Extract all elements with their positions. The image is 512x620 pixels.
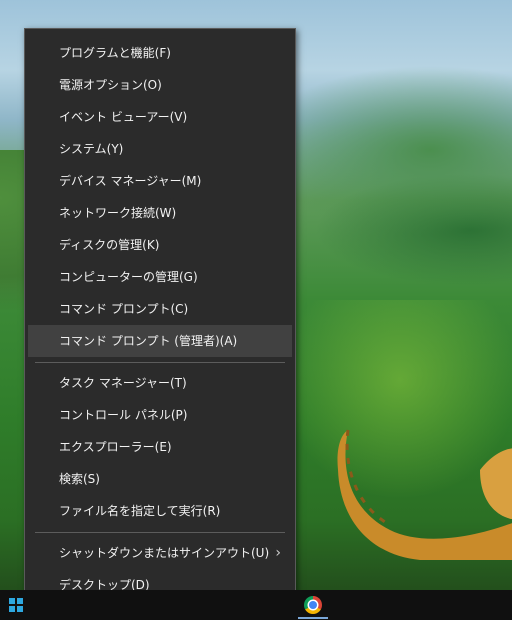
chrome-icon[interactable] [304, 596, 322, 614]
chevron-right-icon: › [275, 545, 281, 561]
dinosaur-figure [337, 429, 512, 560]
menu-item-system[interactable]: システム(Y) [25, 133, 295, 165]
menu-item-run[interactable]: ファイル名を指定して実行(R) [25, 495, 295, 527]
windows-logo-icon [9, 598, 23, 612]
menu-item-control-panel[interactable]: コントロール パネル(P) [25, 399, 295, 431]
menu-separator [35, 362, 285, 363]
menu-separator [35, 532, 285, 533]
menu-item-programs-features[interactable]: プログラムと機能(F) [25, 37, 295, 69]
menu-item-network-connections[interactable]: ネットワーク接続(W) [25, 197, 295, 229]
menu-item-task-manager[interactable]: タスク マネージャー(T) [25, 367, 295, 399]
start-button[interactable] [0, 590, 34, 620]
menu-item-device-manager[interactable]: デバイス マネージャー(M) [25, 165, 295, 197]
menu-item-computer-management[interactable]: コンピューターの管理(G) [25, 261, 295, 293]
menu-item-command-prompt[interactable]: コマンド プロンプト(C) [25, 293, 295, 325]
taskbar [0, 590, 512, 620]
menu-item-disk-management[interactable]: ディスクの管理(K) [25, 229, 295, 261]
menu-item-command-prompt-admin[interactable]: コマンド プロンプト (管理者)(A) [28, 325, 292, 357]
active-app-indicator [298, 617, 328, 619]
menu-item-search[interactable]: 検索(S) [25, 463, 295, 495]
menu-item-event-viewer[interactable]: イベント ビューアー(V) [25, 101, 295, 133]
menu-item-shutdown-signout[interactable]: シャットダウンまたはサインアウト(U) › [25, 537, 295, 569]
menu-item-explorer[interactable]: エクスプローラー(E) [25, 431, 295, 463]
menu-item-power-options[interactable]: 電源オプション(O) [25, 69, 295, 101]
menu-item-label: シャットダウンまたはサインアウト(U) [59, 546, 270, 560]
winx-context-menu: プログラムと機能(F) 電源オプション(O) イベント ビューアー(V) システ… [24, 28, 296, 608]
